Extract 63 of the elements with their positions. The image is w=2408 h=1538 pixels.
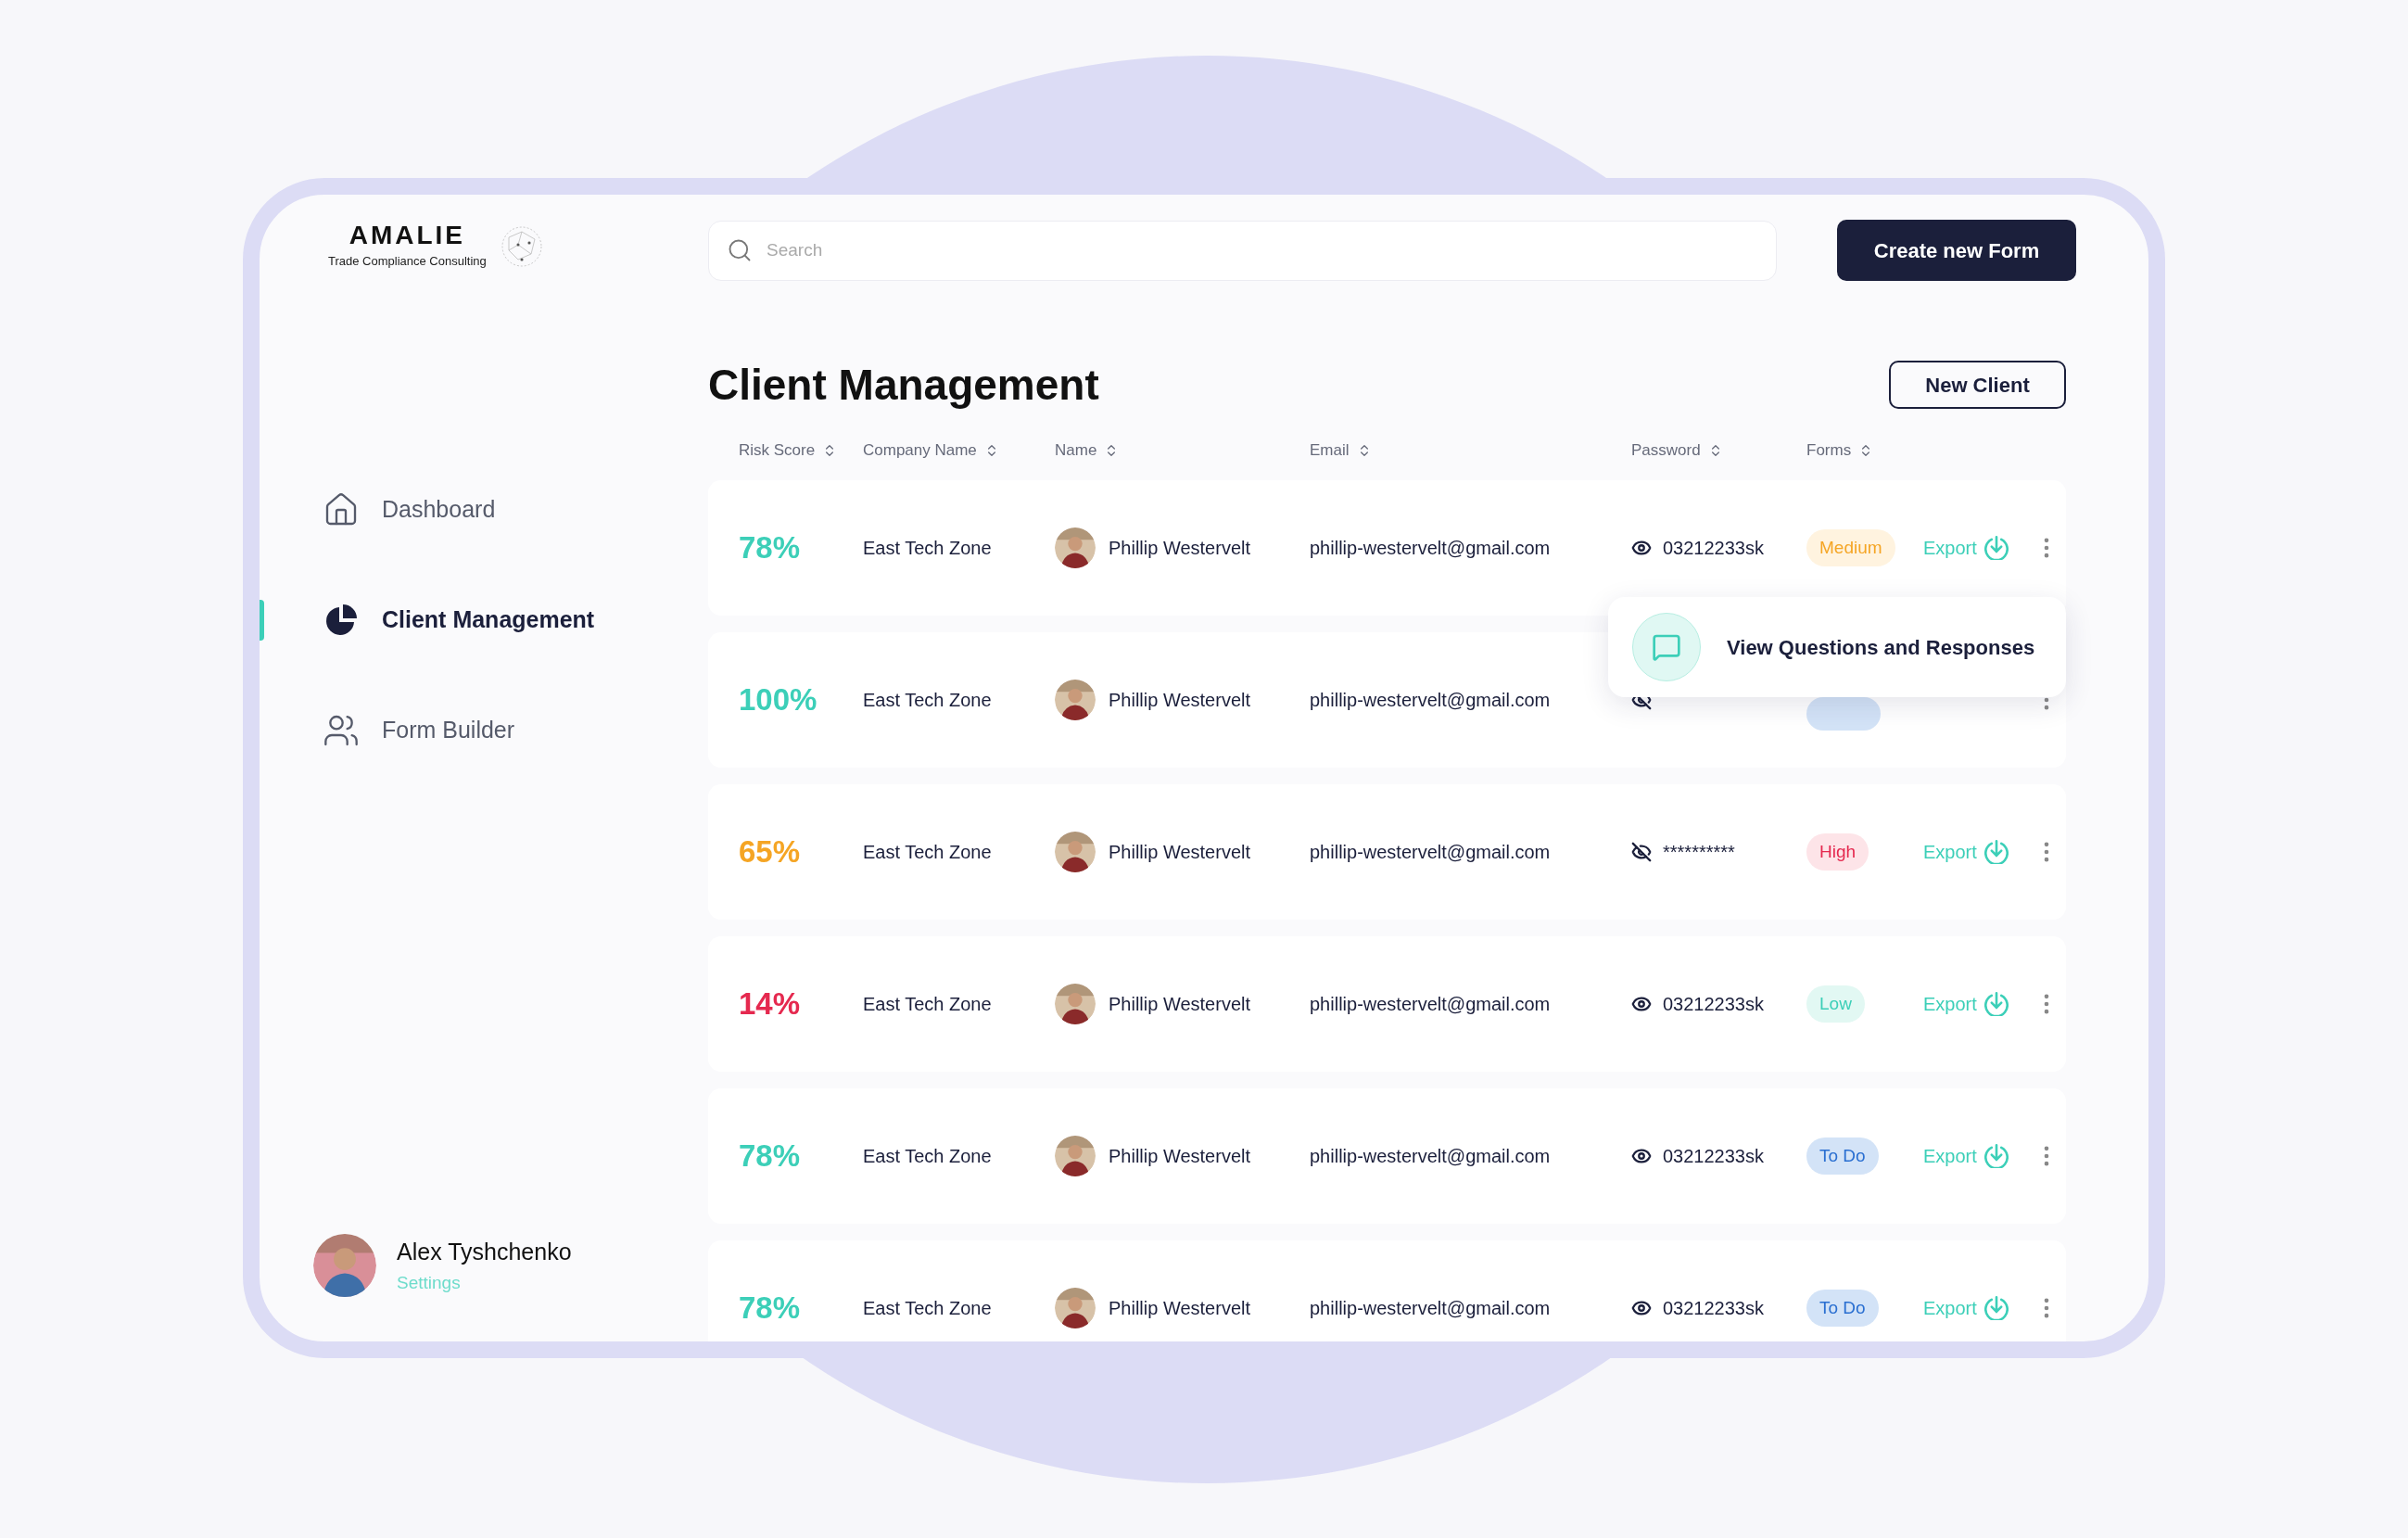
password-value: 03212233sk bbox=[1663, 537, 1764, 560]
table-row[interactable]: 65% East Tech Zone Phillip Westervelt phillip-westervelt@gmail.com ********** High Export bbox=[708, 784, 2066, 920]
column-header[interactable]: Risk Score bbox=[739, 439, 838, 463]
table-row[interactable]: 78% East Tech Zone Phillip Westervelt phillip-westervelt@gmail.com 03212233sk Medium Export bbox=[708, 480, 2066, 616]
create-form-button[interactable]: Create new Form bbox=[1837, 220, 2076, 281]
column-header[interactable]: Password bbox=[1631, 439, 1723, 463]
company-name: East Tech Zone bbox=[863, 993, 993, 1016]
nav-item[interactable]: Dashboard bbox=[323, 490, 496, 528]
risk-score: 78% bbox=[739, 1290, 802, 1328]
form-status: Medium bbox=[1806, 528, 1895, 567]
client-email: phillip-westervelt@gmail.com bbox=[1310, 841, 1552, 864]
download-icon bbox=[1983, 840, 2009, 864]
client-name: Phillip Westervelt bbox=[1109, 993, 1251, 1016]
download-icon bbox=[1983, 992, 2009, 1016]
brand-name: AMALIE bbox=[349, 222, 466, 248]
client-name: Phillip Westervelt bbox=[1109, 1145, 1251, 1168]
company-name: East Tech Zone bbox=[863, 1297, 993, 1320]
brand-tagline: Trade Compliance Consulting bbox=[328, 253, 487, 270]
client-email: phillip-westervelt@gmail.com bbox=[1310, 689, 1552, 712]
client-name: Phillip Westervelt bbox=[1109, 1297, 1251, 1320]
form-status: To Do bbox=[1806, 1137, 1879, 1176]
password-value: 03212233sk bbox=[1663, 1297, 1764, 1320]
risk-score: 100% bbox=[739, 681, 818, 719]
menu-item[interactable]: View Questions and Responses bbox=[1727, 631, 2035, 663]
new-client-button[interactable]: New Client bbox=[1889, 361, 2066, 409]
column-header[interactable]: Email bbox=[1310, 439, 1372, 463]
password-value: 03212233sk bbox=[1663, 1145, 1764, 1168]
company-name: East Tech Zone bbox=[863, 537, 993, 560]
download-icon bbox=[1983, 1144, 2009, 1168]
risk-score: 78% bbox=[739, 1138, 802, 1176]
nav-item[interactable]: Client Management bbox=[323, 601, 595, 639]
table-row[interactable]: 78% East Tech Zone Phillip Westervelt phillip-westervelt@gmail.com 03212233sk To Do Export bbox=[708, 1240, 2066, 1341]
download-icon bbox=[1983, 536, 2009, 560]
company-name: East Tech Zone bbox=[863, 1145, 993, 1168]
form-status: High bbox=[1806, 833, 1869, 871]
form-status: To Do bbox=[1806, 1289, 1879, 1328]
page-title: Client Management bbox=[708, 359, 1099, 411]
client-email: phillip-westervelt@gmail.com bbox=[1310, 1297, 1552, 1320]
download-icon bbox=[1983, 1296, 2009, 1320]
client-email: phillip-westervelt@gmail.com bbox=[1310, 537, 1552, 560]
table-row[interactable]: 14% East Tech Zone Phillip Westervelt phillip-westervelt@gmail.com 03212233sk Low Export bbox=[708, 936, 2066, 1072]
risk-score: 14% bbox=[739, 985, 802, 1023]
password-value: ********** bbox=[1663, 841, 1735, 864]
risk-score: 65% bbox=[739, 833, 802, 871]
user-name: Alex Tyshchenko bbox=[397, 1238, 572, 1266]
client-name: Phillip Westervelt bbox=[1109, 841, 1251, 864]
password-value: 03212233sk bbox=[1663, 993, 1764, 1016]
company-name: East Tech Zone bbox=[863, 689, 993, 712]
client-name: Phillip Westervelt bbox=[1109, 537, 1251, 560]
nav-item[interactable]: Form Builder bbox=[323, 711, 515, 749]
eye-off-icon[interactable] bbox=[1631, 842, 1652, 862]
table-row[interactable]: 78% East Tech Zone Phillip Westervelt phillip-westervelt@gmail.com 03212233sk To Do Export bbox=[708, 1088, 2066, 1224]
client-email: phillip-westervelt@gmail.com bbox=[1310, 993, 1552, 1016]
company-name: East Tech Zone bbox=[863, 841, 993, 864]
client-email: phillip-westervelt@gmail.com bbox=[1310, 1145, 1552, 1168]
column-header[interactable]: Forms bbox=[1806, 439, 1874, 463]
risk-score: 78% bbox=[739, 529, 802, 567]
search-field[interactable]: Search bbox=[708, 220, 1777, 281]
column-header[interactable]: Company Name bbox=[863, 439, 999, 463]
client-name: Phillip Westervelt bbox=[1109, 689, 1251, 712]
column-header[interactable]: Name bbox=[1055, 439, 1120, 463]
globe-icon bbox=[499, 223, 544, 269]
form-status: Low bbox=[1806, 985, 1865, 1023]
